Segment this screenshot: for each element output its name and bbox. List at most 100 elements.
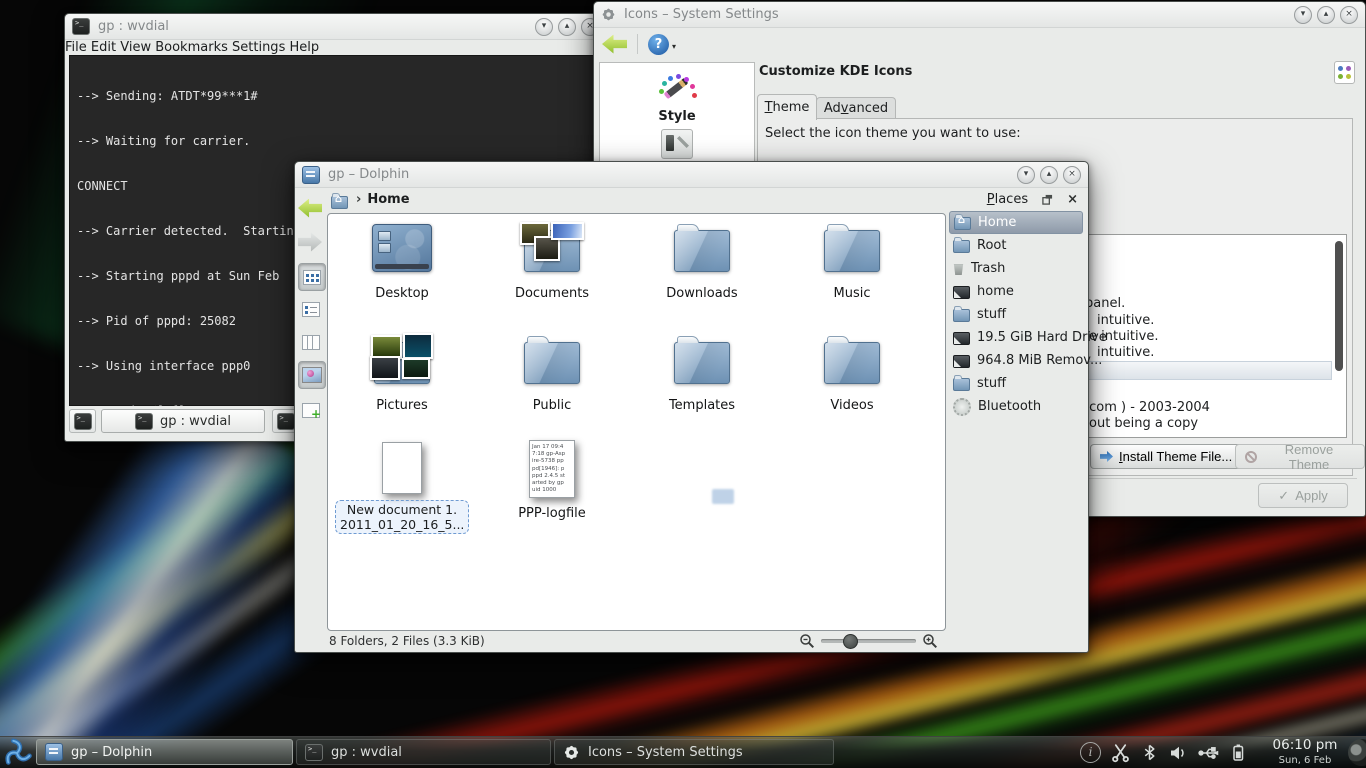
columns-view-button[interactable] <box>298 329 324 355</box>
task-dolphin[interactable]: gp – Dolphin <box>36 739 293 765</box>
minimize-button[interactable]: ▾ <box>1294 6 1312 24</box>
task-konsole[interactable]: gp : wvdial <box>296 739 551 765</box>
selected-file-label: New document 1. 2011_01_20_16_5... <box>335 500 469 534</box>
folder-item-templates[interactable]: Templates <box>632 332 772 413</box>
file-item-new-document[interactable]: New document 1. 2011_01_20_16_5... <box>332 432 472 534</box>
folder-item-documents[interactable]: Documents <box>482 220 622 301</box>
zoom-slider[interactable] <box>821 639 916 643</box>
desktop: gp : wvdial ▾ ▴ × File Edit View Bookmar… <box>0 0 1366 768</box>
system-tray: i <box>1080 737 1248 768</box>
back-button[interactable] <box>602 35 627 54</box>
konsole-tab-label: gp : wvdial <box>160 414 231 429</box>
places-item-hard-drive[interactable]: 19.5 GiB Hard Drive <box>949 326 1083 349</box>
sidebar-item-style-label: Style <box>600 109 754 124</box>
usb-device-notifier-icon[interactable] <box>1197 742 1219 764</box>
dolphin-file-view[interactable]: Desktop Documents Downloads Music Pictur… <box>327 213 946 631</box>
sidebar-item-style[interactable]: Style <box>600 71 754 124</box>
remove-theme-button[interactable]: Remove Theme <box>1235 444 1365 469</box>
tab-theme[interactable]: Theme <box>757 94 817 120</box>
back-button[interactable] <box>297 195 323 221</box>
folder-item-public[interactable]: Public <box>482 332 622 413</box>
places-item-bluetooth[interactable]: Bluetooth <box>949 395 1083 418</box>
file-item-ppp-logfile[interactable]: Jan 17 09:4 7:18 gp-Asp ire-5738 pp pd[1… <box>482 432 622 521</box>
volume-icon[interactable] <box>1168 743 1188 763</box>
terminal-icon <box>74 413 92 430</box>
places-item-stuff[interactable]: stuff <box>949 303 1083 326</box>
notifications-icon[interactable]: i <box>1080 742 1101 763</box>
breadcrumb-home[interactable]: Home <box>367 192 409 207</box>
apply-button[interactable]: ✓Apply <box>1258 483 1348 508</box>
places-item-trash[interactable]: Trash <box>949 257 1083 280</box>
konsole-titlebar[interactable]: gp : wvdial ▾ ▴ × <box>65 14 606 40</box>
overview-icon[interactable] <box>1334 61 1355 84</box>
places-panel-title: Places <box>987 192 1028 207</box>
digital-clock[interactable]: 06:10 pm Sun, 6 Feb <box>1266 738 1344 768</box>
theme-credit-text: .com ) - 2003-2004 <box>1085 400 1210 415</box>
theme-credit-text: out being a copy <box>1089 416 1198 431</box>
zoom-out-icon[interactable] <box>799 633 815 649</box>
menu-file[interactable]: File <box>65 40 87 55</box>
clock-date: Sun, 6 Feb <box>1266 753 1344 768</box>
minimize-button[interactable]: ▾ <box>1017 166 1035 184</box>
maximize-button[interactable]: ▴ <box>558 18 576 36</box>
zoom-in-icon[interactable] <box>922 633 938 649</box>
scrollbar-thumb[interactable] <box>1335 241 1343 371</box>
help-button[interactable]: ?▾ <box>648 34 669 55</box>
settings-window-title: Icons – System Settings <box>624 7 779 22</box>
task-system-settings[interactable]: Icons – System Settings <box>554 739 834 765</box>
places-item-removable[interactable]: 964.8 MiB Remov... <box>949 349 1083 372</box>
places-item-root[interactable]: Root <box>949 234 1083 257</box>
bluetooth-icon[interactable] <box>1140 743 1159 762</box>
gear-icon <box>563 744 580 761</box>
places-item-stuff2[interactable]: stuff <box>949 372 1083 395</box>
panel-toolbox-cashew[interactable] <box>1348 739 1366 766</box>
sidebar-item-hardware-icon[interactable] <box>661 129 693 159</box>
close-button[interactable]: × <box>1340 6 1358 24</box>
close-button[interactable]: × <box>1063 166 1081 184</box>
konsole-menubar: File Edit View Bookmarks Settings Help <box>65 40 606 55</box>
new-tab-button[interactable] <box>69 409 96 433</box>
folder-icon <box>524 342 580 384</box>
minimize-button[interactable]: ▾ <box>535 18 553 36</box>
folder-item-videos[interactable]: Videos <box>782 332 922 413</box>
folder-item-downloads[interactable]: Downloads <box>632 220 772 301</box>
tab-advanced[interactable]: Advanced <box>816 97 896 119</box>
forward-button[interactable] <box>297 229 323 255</box>
folder-icon <box>824 342 880 384</box>
maximize-button[interactable]: ▴ <box>1317 6 1335 24</box>
desktop-folder-icon <box>372 224 432 272</box>
battery-icon[interactable] <box>1228 742 1248 763</box>
folder-item-pictures[interactable]: Pictures <box>332 332 472 413</box>
menu-help[interactable]: Help <box>289 40 319 55</box>
preview-button[interactable] <box>298 361 326 389</box>
settings-titlebar[interactable]: Icons – System Settings ▾ ▴ × <box>594 2 1365 28</box>
breadcrumb-home-button[interactable] <box>331 192 350 207</box>
float-panel-icon[interactable] <box>1042 194 1053 205</box>
theme-list-text: panel. <box>1085 296 1125 311</box>
maximize-button[interactable]: ▴ <box>1040 166 1058 184</box>
folder-icon <box>674 230 730 272</box>
terminal-icon <box>135 413 153 430</box>
taskbar: gp – Dolphin gp : wvdial Icons – System … <box>0 736 1366 768</box>
menu-view[interactable]: View <box>120 40 151 55</box>
documents-folder-icon <box>524 230 580 272</box>
menu-bookmarks[interactable]: Bookmarks <box>155 40 228 55</box>
menu-settings[interactable]: Settings <box>232 40 285 55</box>
dolphin-app-icon <box>45 743 63 761</box>
menu-edit[interactable]: Edit <box>91 40 116 55</box>
install-theme-button[interactable]: Install Theme File... <box>1090 444 1242 469</box>
style-icon <box>657 71 697 105</box>
konsole-tab[interactable]: gp : wvdial <box>101 409 265 433</box>
folder-item-desktop[interactable]: Desktop <box>332 220 472 301</box>
launcher-button[interactable] <box>2 738 32 768</box>
places-item-home-drive[interactable]: home <box>949 280 1083 303</box>
split-view-button[interactable] <box>298 397 324 423</box>
icons-view-button[interactable] <box>298 263 326 291</box>
details-view-button[interactable] <box>298 296 324 322</box>
klipper-scissors-icon[interactable] <box>1110 742 1131 763</box>
folder-item-music[interactable]: Music <box>782 220 922 301</box>
zoom-slider-knob[interactable] <box>843 634 858 649</box>
places-item-home[interactable]: Home <box>949 211 1083 234</box>
close-panel-icon[interactable]: × <box>1067 194 1078 205</box>
dolphin-titlebar[interactable]: gp – Dolphin ▾ ▴ × <box>295 162 1088 188</box>
